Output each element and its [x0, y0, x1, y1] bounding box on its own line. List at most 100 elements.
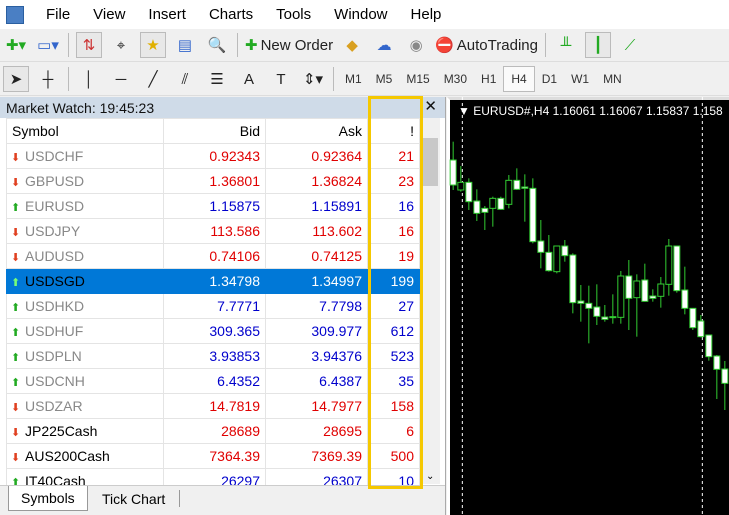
candle-body [465, 181, 473, 203]
column-header-bid[interactable]: Bid [163, 118, 266, 144]
arrow-down-icon: ⬇ [11, 402, 21, 414]
bar-chart-button[interactable]: ╨ [553, 32, 579, 58]
table-row[interactable]: ⬆ USDHUF 309.365 309.977 612 [6, 318, 420, 344]
autotrading-button[interactable]: ⛔ AutoTrading [435, 32, 538, 58]
candle-body [721, 368, 729, 384]
table-row[interactable]: ⬆ USDSGD 1.34798 1.34997 199 [6, 268, 420, 294]
symbol-cell: ⬇ AUDUSD [6, 243, 164, 269]
candle-body [673, 245, 681, 292]
terminal-button[interactable]: ▤ [172, 32, 198, 58]
profiles-button[interactable]: ▭▾ [35, 32, 61, 58]
menu-window[interactable]: Window [322, 6, 398, 23]
symbol-name: GBPUSD [25, 173, 85, 189]
close-icon[interactable]: ✕ [424, 97, 437, 115]
ask-cell: 309.977 [265, 318, 368, 344]
menu-file[interactable]: File [34, 6, 81, 23]
scrollbar-thumb[interactable] [423, 138, 438, 186]
trendline-button[interactable]: ╱ [140, 66, 166, 92]
candle-body [689, 307, 697, 329]
timeframe-m5[interactable]: M5 [369, 66, 400, 92]
menu-tools[interactable]: Tools [264, 6, 322, 23]
line-chart-button[interactable]: ⟋ [617, 32, 643, 58]
metaeditor-button[interactable]: ◆ [339, 32, 365, 58]
menu-help[interactable]: Help [399, 6, 453, 23]
vertical-line-button[interactable]: │ [76, 66, 102, 92]
symbol-name: USDCHF [25, 148, 84, 164]
horizontal-line-button[interactable]: ─ [108, 66, 134, 92]
column-header-symbol[interactable]: Symbol [6, 118, 164, 144]
crosshair-tool-button[interactable]: ┼ [35, 66, 61, 92]
table-row[interactable]: ⬇ USDJPY 113.586 113.602 16 [6, 218, 420, 244]
candle-body [665, 245, 673, 285]
column-header-ask[interactable]: Ask [265, 118, 368, 144]
menu-charts[interactable]: Charts [197, 6, 264, 23]
symbol-cell: ⬆ EURUSD [6, 193, 164, 219]
drawing-toolbar: ➤ ┼ │ ─ ╱ ⫽ ☰ A T ⇕▾ M1 M5 M15 M30 H1 H4 D1 W1 M… [0, 63, 729, 96]
menu-view[interactable]: View [81, 6, 136, 23]
equidistant-channel-button[interactable]: ⫽ [172, 66, 198, 92]
timeframe-h4[interactable]: H4 [503, 66, 535, 92]
table-row[interactable]: ⬇ USDCHF 0.92343 0.92364 21 [6, 143, 420, 169]
scroll-down-icon[interactable]: ⌄ [426, 471, 434, 482]
candle-body [505, 179, 513, 205]
table-row[interactable]: ⬆ USDCNH 6.4352 6.4387 35 [6, 368, 420, 394]
tester-button[interactable]: 🔍 [204, 32, 230, 58]
table-row[interactable]: ⬆ USDHKD 7.7771 7.7798 27 [6, 293, 420, 319]
menu-insert[interactable]: Insert [136, 6, 197, 23]
symbol-cell: ⬇ USDCHF [6, 143, 164, 169]
timeframe-d1[interactable]: D1 [535, 66, 564, 92]
table-row[interactable]: ⬇ AUDUSD 0.74106 0.74125 19 [6, 243, 420, 269]
bid-cell: 7.7771 [163, 293, 266, 319]
table-row[interactable]: ⬆ USDPLN 3.93853 3.94376 523 [6, 343, 420, 369]
bid-cell: 1.15875 [163, 193, 266, 219]
candle-body [593, 306, 601, 317]
new-order-button[interactable]: ✚ New Order [245, 32, 333, 58]
symbol-name: USDSGD [25, 273, 85, 289]
table-row[interactable]: ⬇ GBPUSD 1.36801 1.36824 23 [6, 168, 420, 194]
timeframe-h1[interactable]: H1 [474, 66, 503, 92]
arrows-button[interactable]: ⇕▾ [300, 66, 326, 92]
tab-symbols[interactable]: Symbols [8, 486, 88, 511]
market-watch-button[interactable]: ⇅ [76, 32, 102, 58]
fibonacci-button[interactable]: ☰ [204, 66, 230, 92]
text-label-button[interactable]: T [268, 66, 294, 92]
arrow-down-icon: ⬇ [11, 152, 21, 164]
table-row[interactable]: ⬇ AUS200Cash 7364.39 7369.39 500 [6, 443, 420, 469]
new-chart-button[interactable]: ✚▾ [3, 32, 29, 58]
symbol-cell: ⬇ USDJPY [6, 218, 164, 244]
symbol-name: AUS200Cash [25, 448, 110, 464]
ask-cell: 113.602 [265, 218, 368, 244]
community-button[interactable]: ☁ [371, 32, 397, 58]
table-row[interactable]: ⬇ JP225Cash 28689 28695 6 [6, 418, 420, 444]
candle-body [601, 316, 609, 320]
timeframe-mn[interactable]: MN [596, 66, 629, 92]
candle-body [473, 200, 481, 214]
timeframe-w1[interactable]: W1 [564, 66, 596, 92]
signals-button[interactable]: ◉ [403, 32, 429, 58]
timeframe-m15[interactable]: M15 [399, 66, 436, 92]
bid-cell: 1.36801 [163, 168, 266, 194]
candle-body [641, 279, 649, 302]
text-button[interactable]: A [236, 66, 262, 92]
table-row[interactable]: ⬇ USDZAR 14.7819 14.7977 158 [6, 393, 420, 419]
tab-tick-chart[interactable]: Tick Chart [90, 486, 177, 511]
crosshair-button[interactable]: ⌖ [108, 32, 134, 58]
cursor-button[interactable]: ➤ [3, 66, 29, 92]
symbol-cell: ⬆ USDHKD [6, 293, 164, 319]
vertical-scrollbar[interactable]: ⌄ [421, 118, 440, 484]
candle-body [697, 320, 705, 338]
symbol-name: USDHKD [25, 298, 85, 314]
standard-toolbar: ✚▾ ▭▾ ⇅ ⌖ ★ ▤ 🔍 ✚ New Order ◆ ☁ ◉ ⛔ AutoTr… [0, 29, 729, 62]
table-row[interactable]: ⬆ EURUSD 1.15875 1.15891 16 [6, 193, 420, 219]
symbol-name: EURUSD [25, 198, 85, 214]
candlestick-button[interactable]: ┃ [584, 32, 611, 58]
timeframe-m1[interactable]: M1 [338, 66, 369, 92]
price-chart[interactable]: ▼ EURUSD#,H4 1.16061 1.16067 1.15837 1.1… [447, 97, 729, 515]
candle-body [561, 245, 569, 257]
symbol-name: USDCNH [25, 373, 85, 389]
candle-body [705, 334, 713, 358]
navigator-button[interactable]: ★ [140, 32, 166, 58]
tab-divider [179, 490, 180, 507]
arrow-up-icon: ⬆ [11, 202, 21, 214]
timeframe-m30[interactable]: M30 [437, 66, 474, 92]
